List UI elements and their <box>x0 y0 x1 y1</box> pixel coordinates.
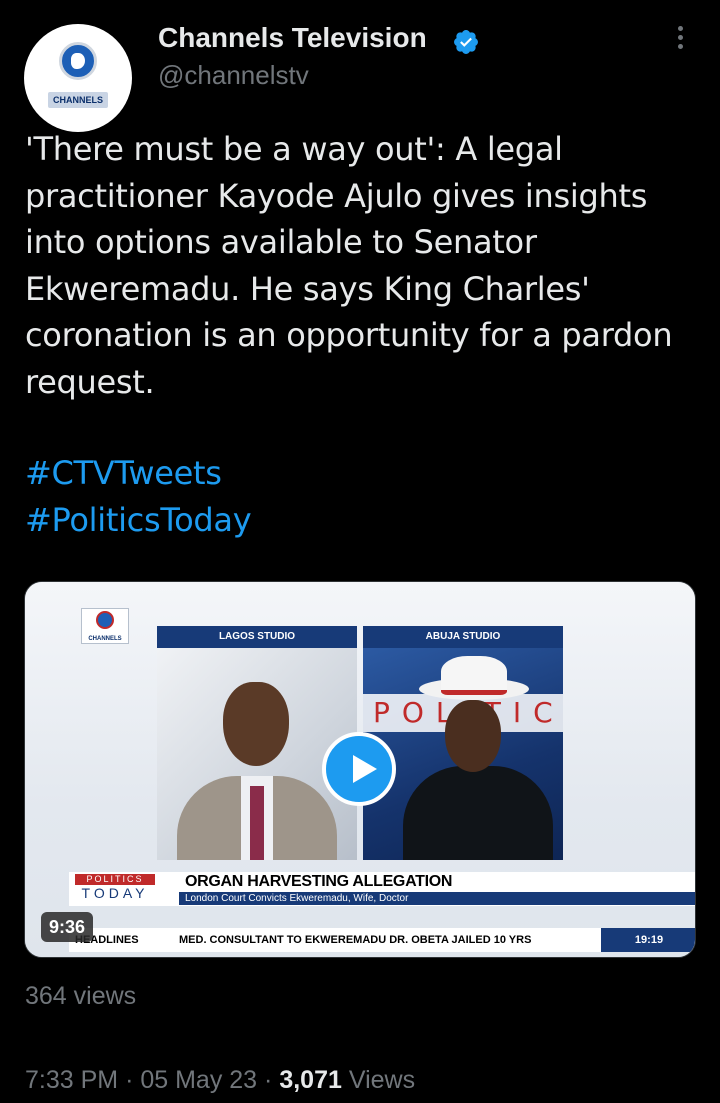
play-icon[interactable] <box>322 732 396 806</box>
show-badge-bottom: TODAY <box>81 885 149 901</box>
ticker-time: 19:19 <box>601 928 695 952</box>
views-label: Views <box>348 1066 416 1094</box>
verified-badge-icon <box>454 30 478 54</box>
abuja-studio-label: ABUJA STUDIO <box>363 626 563 648</box>
account-name[interactable]: Channels Television <box>158 22 427 54</box>
account-handle[interactable]: @channelstv <box>158 60 309 91</box>
presenter-tie <box>250 786 264 860</box>
presenter-head <box>223 682 289 766</box>
meta-separator: · <box>125 1066 141 1094</box>
meta-separator: · <box>264 1066 280 1094</box>
lagos-studio-panel: LAGOS STUDIO <box>157 626 357 860</box>
show-badge-top: POLITICS <box>75 874 155 885</box>
hashtags: #CTVTweets #PoliticsToday <box>25 450 252 544</box>
tweet-text: 'There must be a way out': A legal pract… <box>25 130 673 401</box>
abuja-studio-panel: POLITIC ABUJA STUDIO <box>363 626 563 860</box>
lagos-studio-label: LAGOS STUDIO <box>157 626 357 648</box>
channels-globe-logo <box>59 42 97 80</box>
hashtag-politicstoday[interactable]: #PoliticsToday <box>25 497 252 544</box>
lower-third: POLITICS TODAY ORGAN HARVESTING ALLEGATI… <box>69 872 695 906</box>
channels-logo-text: CHANNELS <box>88 636 122 642</box>
views-number: 3,071 <box>279 1066 342 1094</box>
avatar-logo-text: CHANNELS <box>48 92 108 108</box>
globe-icon <box>96 611 114 629</box>
guest-head <box>445 700 501 772</box>
channels-logo: CHANNELS <box>81 608 129 644</box>
guest-hat-crown <box>441 656 507 695</box>
video-views: 364 views <box>25 982 137 1010</box>
ticker-text: MED. CONSULTANT TO EKWEREMADU DR. OBETA … <box>179 934 532 946</box>
guest-clothing <box>403 766 553 860</box>
video-duration: 9:36 <box>41 912 94 942</box>
more-options-icon[interactable] <box>670 26 690 54</box>
news-ticker: HEADLINES MED. CONSULTANT TO EKWEREMADU … <box>69 928 695 952</box>
video-subheadline: London Court Convicts Ekweremadu, Wife, … <box>179 892 695 905</box>
hashtag-ctvtweets[interactable]: #CTVTweets <box>25 450 251 497</box>
video-headline: ORGAN HARVESTING ALLEGATION <box>185 873 453 890</box>
tweet-time[interactable]: 7:33 PM <box>25 1066 118 1094</box>
tweet-meta: 7:33 PM · 05 May 23 · 3,071 Views <box>25 1066 415 1095</box>
video-player[interactable]: CHANNELS LAGOS STUDIO POLITIC ABUJA STUD… <box>24 581 696 958</box>
tweet-date[interactable]: 05 May 23 <box>140 1066 257 1094</box>
avatar[interactable]: CHANNELS <box>24 24 132 132</box>
show-badge: POLITICS TODAY <box>75 874 155 904</box>
